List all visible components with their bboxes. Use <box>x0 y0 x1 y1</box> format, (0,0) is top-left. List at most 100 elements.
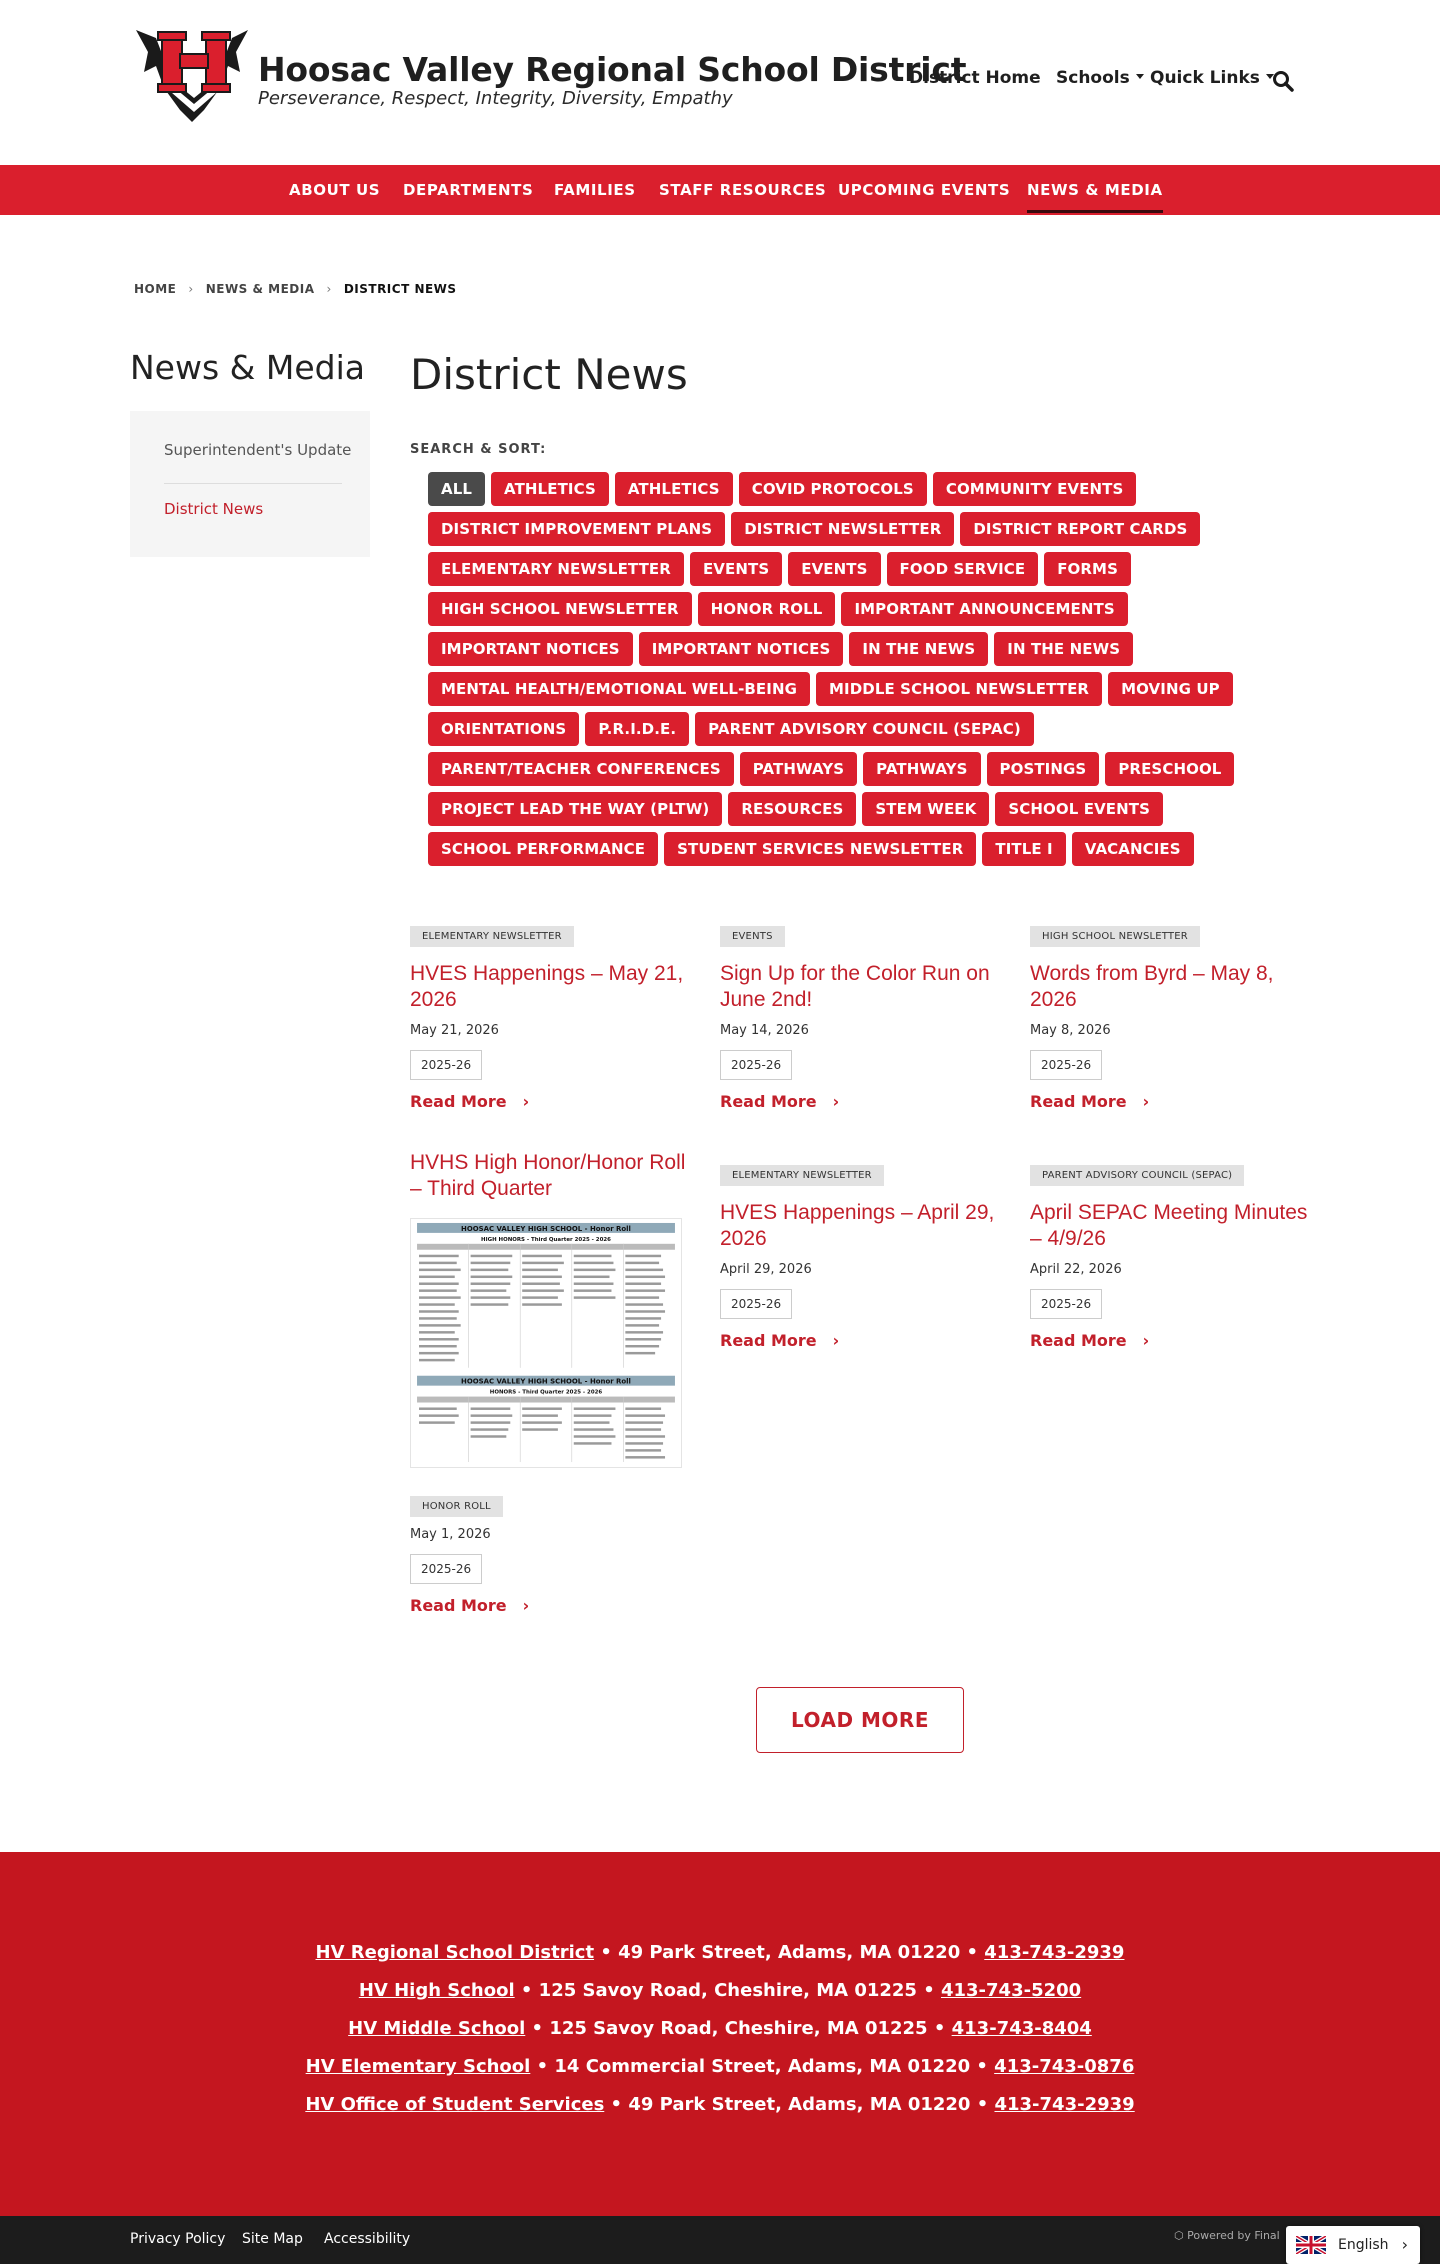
filter-button-events[interactable]: EVENTS <box>689 552 783 586</box>
filter-button-important-notices[interactable]: IMPORTANT NOTICES <box>428 632 633 666</box>
filter-button-high-school-newsletter[interactable]: HIGH SCHOOL NEWSLETTER <box>428 592 692 626</box>
filter-button-pathways[interactable]: PATHWAYS <box>863 752 981 786</box>
footer-phone-link[interactable]: 413-743-8404 <box>952 2018 1092 2039</box>
nav-staff-resources[interactable]: STAFF RESOURCES <box>659 165 826 215</box>
chevron-right-icon: › <box>326 282 332 296</box>
footer-school-link[interactable]: HV High School <box>359 1980 515 2001</box>
filter-button-community-events[interactable]: COMMUNITY EVENTS <box>932 472 1137 506</box>
read-more-link[interactable]: Read More › <box>720 1092 998 1111</box>
breadcrumb: HOME › NEWS & MEDIA › DISTRICT NEWS <box>134 282 457 296</box>
sidebar-item-superintendents-update[interactable]: Superintendent's Update <box>164 441 351 459</box>
filter-button-honor-roll[interactable]: HONOR ROLL <box>697 592 836 626</box>
filter-button-stem-week[interactable]: STEM WEEK <box>862 792 990 826</box>
filter-button-vacancies[interactable]: VACANCIES <box>1071 832 1194 866</box>
district-home-link[interactable]: District Home <box>909 68 1041 88</box>
filter-button-moving-up[interactable]: MOVING UP <box>1108 672 1233 706</box>
card-title[interactable]: HVES Happenings – May 21, 2026 <box>410 961 688 1013</box>
filter-button-elementary-newsletter[interactable]: ELEMENTARY NEWSLETTER <box>428 552 684 586</box>
filter-button-events[interactable]: EVENTS <box>788 552 881 586</box>
footer-school-link[interactable]: HV Elementary School <box>306 2056 531 2077</box>
card-category-tag[interactable]: ELEMENTARY NEWSLETTER <box>720 1165 884 1186</box>
accessibility-link[interactable]: Accessibility <box>324 2231 410 2247</box>
card-category-tag[interactable]: PARENT ADVISORY COUNCIL (SEPAC) <box>1030 1165 1245 1186</box>
filter-button-athletics[interactable]: ATHLETICS <box>614 472 733 506</box>
filter-button-project-lead-the-way-pltw[interactable]: PROJECT LEAD THE WAY (PLTW) <box>428 792 723 826</box>
quick-links-label: Quick Links <box>1150 68 1260 88</box>
filter-button-orientations[interactable]: ORIENTATIONS <box>428 712 580 746</box>
card-year-chip[interactable]: 2025-26 <box>1030 1050 1103 1080</box>
nav-departments[interactable]: DEPARTMENTS <box>403 165 533 215</box>
filter-button-important-notices[interactable]: IMPORTANT NOTICES <box>638 632 844 666</box>
card-year-chip[interactable]: 2025-26 <box>720 1289 793 1319</box>
card-year-chip[interactable]: 2025-26 <box>720 1050 793 1080</box>
filter-button-district-report-cards[interactable]: DISTRICT REPORT CARDS <box>960 512 1201 546</box>
card-category-tag[interactable]: HIGH SCHOOL NEWSLETTER <box>1030 926 1200 947</box>
card-title[interactable]: Words from Byrd – May 8, 2026 <box>1030 961 1308 1013</box>
footer-school-link[interactable]: HV Regional School District <box>316 1942 595 1963</box>
powered-by[interactable]: ⬡ Powered by Final <box>1174 2229 1280 2242</box>
filter-button-covid-protocols[interactable]: COVID PROTOCOLS <box>738 472 927 506</box>
filter-button-food-service[interactable]: FOOD SERVICE <box>886 552 1039 586</box>
filter-button-in-the-news[interactable]: IN THE NEWS <box>849 632 989 666</box>
filter-button-district-newsletter[interactable]: DISTRICT NEWSLETTER <box>731 512 955 546</box>
card-category-tag[interactable]: HONOR ROLL <box>410 1496 503 1517</box>
read-more-link[interactable]: Read More › <box>1030 1331 1308 1350</box>
filter-button-title-i[interactable]: TITLE I <box>982 832 1066 866</box>
filter-button-p-r-i-d-e[interactable]: P.R.I.D.E. <box>585 712 690 746</box>
quick-links-dropdown[interactable]: Quick Links <box>1150 68 1274 88</box>
language-selector[interactable]: English › <box>1286 2226 1420 2264</box>
load-more-button[interactable]: LOAD MORE <box>756 1687 964 1753</box>
honor-roll-thumbnail[interactable]: HOOSAC VALLEY HIGH SCHOOL - Honor Roll H… <box>410 1218 682 1468</box>
filter-button-middle-school-newsletter[interactable]: MIDDLE SCHOOL NEWSLETTER <box>816 672 1103 706</box>
card-title[interactable]: April SEPAC Meeting Minutes – 4/9/26 <box>1030 1200 1308 1252</box>
filter-button-athletics[interactable]: ATHLETICS <box>491 472 609 506</box>
footer-school-link[interactable]: HV Middle School <box>348 2018 525 2039</box>
privacy-policy-link[interactable]: Privacy Policy <box>130 2231 225 2247</box>
filter-button-school-performance[interactable]: SCHOOL PERFORMANCE <box>428 832 659 866</box>
card-year-chip[interactable]: 2025-26 <box>1030 1289 1103 1319</box>
card-year-chip[interactable]: 2025-26 <box>410 1050 483 1080</box>
sidebar-item-district-news[interactable]: District News <box>164 500 263 518</box>
nav-about-us[interactable]: ABOUT US <box>289 165 380 215</box>
footer-phone-link[interactable]: 413-743-2939 <box>984 1942 1124 1963</box>
chevron-right-icon: › <box>1401 2235 1408 2254</box>
footer-school-link[interactable]: HV Office of Student Services <box>305 2094 604 2115</box>
site-map-link[interactable]: Site Map <box>242 2231 303 2247</box>
search-icon[interactable] <box>1272 70 1294 92</box>
card-year-chip[interactable]: 2025-26 <box>410 1554 483 1584</box>
read-more-link[interactable]: Read More › <box>410 1092 688 1111</box>
thumb-subheading-2: HONORS - Third Quarter 2025 - 2026 <box>490 1390 603 1396</box>
card-category-tag[interactable]: ELEMENTARY NEWSLETTER <box>410 926 574 947</box>
schools-dropdown[interactable]: Schools <box>1056 68 1144 88</box>
card-title[interactable]: HVES Happenings – April 29, 2026 <box>720 1200 998 1252</box>
filter-button-parent-teacher-conferences[interactable]: PARENT/TEACHER CONFERENCES <box>428 752 734 786</box>
filter-button-postings[interactable]: POSTINGS <box>986 752 1100 786</box>
filter-button-pathways[interactable]: PATHWAYS <box>739 752 858 786</box>
filter-button-resources[interactable]: RESOURCES <box>728 792 857 826</box>
card-title[interactable]: Sign Up for the Color Run on June 2nd! <box>720 961 998 1013</box>
filter-button-forms[interactable]: FORMS <box>1044 552 1131 586</box>
read-more-link[interactable]: Read More › <box>1030 1092 1308 1111</box>
filter-button-mental-health-emotional-well-being[interactable]: MENTAL HEALTH/EMOTIONAL WELL-BEING <box>428 672 811 706</box>
footer-phone-link[interactable]: 413-743-5200 <box>941 1980 1081 2001</box>
filter-button-parent-advisory-council-sepac[interactable]: PARENT ADVISORY COUNCIL (SEPAC) <box>695 712 1034 746</box>
filter-button-in-the-news[interactable]: IN THE NEWS <box>994 632 1134 666</box>
breadcrumb-home[interactable]: HOME <box>134 282 176 296</box>
nav-families[interactable]: FAMILIES <box>554 165 636 215</box>
card-category-tag[interactable]: EVENTS <box>720 926 785 947</box>
nav-upcoming-events[interactable]: UPCOMING EVENTS <box>838 165 1010 215</box>
nav-news-media[interactable]: NEWS & MEDIA <box>1027 165 1163 215</box>
filter-button-important-announcements[interactable]: IMPORTANT ANNOUNCEMENTS <box>841 592 1128 626</box>
breadcrumb-news-media[interactable]: NEWS & MEDIA <box>206 282 315 296</box>
footer-phone-link[interactable]: 413-743-2939 <box>994 2094 1134 2115</box>
filter-button-all[interactable]: ALL <box>428 472 486 506</box>
chevron-right-icon: › <box>522 1092 530 1111</box>
filter-button-district-improvement-plans[interactable]: DISTRICT IMPROVEMENT PLANS <box>428 512 726 546</box>
filter-button-student-services-newsletter[interactable]: STUDENT SERVICES NEWSLETTER <box>664 832 977 866</box>
footer-phone-link[interactable]: 413-743-0876 <box>994 2056 1134 2077</box>
filter-button-school-events[interactable]: SCHOOL EVENTS <box>995 792 1164 826</box>
card-title[interactable]: HVHS High Honor/Honor Roll – Third Quart… <box>410 1150 688 1202</box>
read-more-link[interactable]: Read More › <box>720 1331 998 1350</box>
filter-button-preschool[interactable]: PRESCHOOL <box>1105 752 1235 786</box>
read-more-link[interactable]: Read More › <box>410 1596 688 1615</box>
